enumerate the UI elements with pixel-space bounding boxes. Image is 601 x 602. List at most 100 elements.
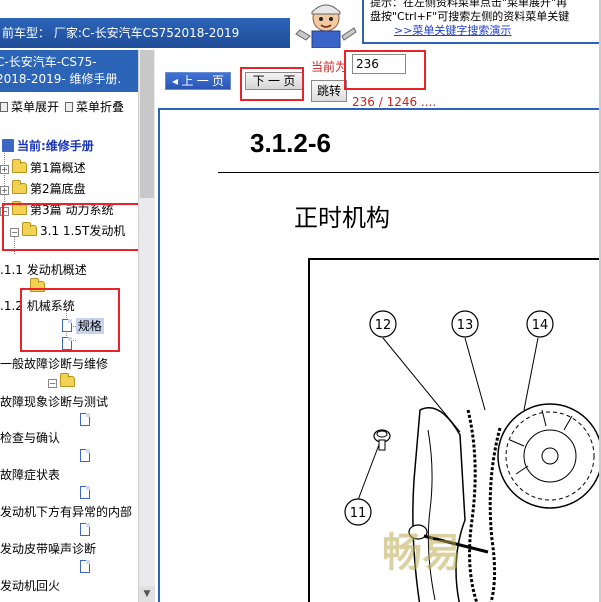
- tree-node-section-3-1-1[interactable]: .1.1 发动机概述: [0, 262, 87, 278]
- sidebar: C-长安汽车-CS75- 2018-2019- 维修手册. 菜单展开 菜单折叠 当…: [0, 50, 156, 602]
- sidebar-title-line1: C-长安汽车-CS75-: [0, 55, 97, 69]
- header: 前车型： 厂家:C-长安汽车CS752018-2019 提示：在左侧资料菜单点击…: [0, 0, 601, 50]
- tree-node-section-3-1-2[interactable]: .1.2 机械系统: [0, 298, 75, 314]
- tree-node-symptom-table[interactable]: 故障症状表: [0, 467, 60, 483]
- prev-page-button[interactable]: ◂ 上 一 页: [165, 72, 231, 90]
- callout-12-label: 12: [375, 318, 392, 333]
- tree-node-check[interactable]: 检查与确认: [0, 430, 60, 446]
- callout-14: 14: [526, 310, 554, 338]
- tree-node-backfire[interactable]: 发动机回火: [0, 578, 60, 594]
- main-content: ◂ 上 一 页 下 一 页 当前为 跳转 236 / 1246 .... 3.1…: [158, 50, 601, 602]
- callout-14-label: 14: [532, 318, 549, 333]
- page-icon: [80, 560, 90, 573]
- tree-leaf[interactable]: [80, 412, 90, 428]
- tree-leaf[interactable]: [80, 522, 90, 538]
- page-icon: [62, 337, 72, 350]
- tree-leaf[interactable]: [80, 448, 90, 464]
- collapse-minus-icon[interactable]: −: [48, 379, 57, 388]
- callout-13-label: 13: [457, 318, 474, 333]
- mechanic-mascot-icon: [295, 4, 357, 48]
- tree-leaf[interactable]: [80, 485, 90, 501]
- manual-book-icon: [2, 139, 14, 152]
- menu-search-demo-link[interactable]: >>菜单关键字搜索演示: [370, 24, 601, 38]
- vehicle-model-label: 前车型： 厂家:C-长安汽车CS752018-2019: [0, 18, 290, 48]
- expand-plus-icon[interactable]: +: [0, 186, 9, 195]
- tree-leaf-spec-label: 规格: [75, 318, 104, 334]
- scroll-down-arrow-icon[interactable]: ▼: [139, 586, 155, 602]
- tree-node-current-label: 当前:维修手册: [17, 139, 94, 153]
- sidebar-title-line2: 2018-2019- 维修手册.: [0, 72, 122, 86]
- collapse-minus-icon[interactable]: −: [10, 228, 19, 237]
- menu-tree: 当前:维修手册 + 第1篇概述 + 第2篇底盘 − 第3篇 动力系统 − 3.1 1.5…: [0, 134, 138, 602]
- sidebar-scrollbar-thumb[interactable]: [140, 50, 154, 198]
- hint-text-line2: 盘按"Ctrl+F"可搜索左侧的资料菜单关键: [370, 10, 570, 23]
- page-toolbar: ◂ 上 一 页 下 一 页 当前为 跳转 236 / 1246 ....: [158, 50, 601, 109]
- section-title: 正时机构: [294, 204, 390, 232]
- expand-icon: [0, 102, 8, 112]
- tree-node-noise-inside-label: 发动机下方有异常的内部: [0, 505, 133, 519]
- tree-node-folder[interactable]: [30, 278, 48, 295]
- page-icon: [80, 523, 90, 536]
- tree-node-section-3-1-1-label: .1.1 发动机概述: [0, 263, 87, 277]
- tree-leaf[interactable]: [80, 559, 90, 575]
- title-rule: [218, 172, 601, 173]
- folder-open-icon: [12, 201, 27, 215]
- folder-icon: [12, 159, 27, 173]
- tree-node-diagnosis-label: 一般故障诊断与维修: [0, 357, 109, 371]
- tree-node-symptom-test-label: 故障现象诊断与测试: [0, 395, 109, 409]
- section-number: 3.1.2-6: [250, 128, 331, 158]
- page-number-input[interactable]: [352, 54, 406, 74]
- tree-node-belt-noise[interactable]: 发动皮带噪声诊断: [0, 541, 96, 557]
- callout-11: 11: [344, 498, 372, 526]
- tree-node-folder[interactable]: −: [48, 373, 78, 390]
- menu-expand-button[interactable]: 菜单展开: [0, 98, 59, 115]
- hint-box: 提示：在左侧资料菜单点击"菜单展开"再 盘按"Ctrl+F"可搜索左侧的资料菜单…: [362, 0, 601, 44]
- tree-node-diagnosis[interactable]: 一般故障诊断与维修: [0, 356, 108, 372]
- hint-text-line1: 提示：在左侧资料菜单点击"菜单展开"再: [370, 0, 568, 9]
- prev-page-label: 上 一 页: [181, 74, 225, 88]
- document-viewer[interactable]: 3.1.2-6 正时机构 12 13 14 11 畅易: [158, 108, 601, 602]
- tree-node-symptom-test[interactable]: 故障现象诊断与测试: [0, 394, 108, 410]
- current-page-label: 当前为: [311, 60, 348, 74]
- jump-button[interactable]: 跳转: [311, 80, 347, 102]
- tree-node-chapter3-label: 第3篇 动力系统: [30, 203, 114, 217]
- callout-11-label: 11: [350, 506, 367, 521]
- folder-open-icon: [22, 222, 37, 236]
- page-icon: [80, 486, 90, 499]
- tree-node-chapter2-label: 第2篇底盘: [30, 182, 86, 196]
- next-page-button[interactable]: 下 一 页: [245, 72, 303, 90]
- page-icon: [80, 413, 90, 426]
- page-icon: [62, 319, 72, 332]
- tree-node-check-label: 检查与确认: [0, 431, 61, 445]
- page-icon: [80, 449, 90, 462]
- tree-node-section-3-1-label: 3.1 1.5T发动机: [40, 224, 126, 238]
- tree-node-current[interactable]: 当前:维修手册: [2, 138, 94, 154]
- callout-13: 13: [451, 310, 479, 338]
- tree-node-belt-noise-label: 发动皮带噪声诊断: [0, 542, 97, 556]
- menu-collapse-button[interactable]: 菜单折叠: [65, 98, 124, 115]
- sidebar-title: C-长安汽车-CS75- 2018-2019- 维修手册.: [0, 50, 138, 92]
- tree-leaf-spec[interactable]: 规格: [62, 318, 104, 334]
- tree-node-chapter1[interactable]: + 第1篇概述: [0, 159, 86, 176]
- folder-icon: [12, 180, 27, 194]
- tree-node-chapter1-label: 第1篇概述: [30, 161, 86, 175]
- tree-node-backfire-label: 发动机回火: [0, 579, 61, 593]
- page-count: 236 / 1246 ....: [352, 95, 437, 109]
- tree-node-symptom-table-label: 故障症状表: [0, 468, 61, 482]
- tree-leaf[interactable]: [62, 336, 72, 352]
- tree-node-section-3-1[interactable]: − 3.1 1.5T发动机: [10, 222, 126, 239]
- tree-node-section-3-1-2-label: .1.2 机械系统: [0, 299, 75, 313]
- sidebar-scrollbar[interactable]: ▼: [138, 50, 155, 602]
- menu-actions: 菜单展开 菜单折叠: [0, 98, 138, 118]
- menu-expand-label: 菜单展开: [11, 100, 60, 114]
- tree-node-chapter3[interactable]: − 第3篇 动力系统: [0, 201, 114, 218]
- callout-12: 12: [369, 310, 397, 338]
- collapse-minus-icon[interactable]: −: [0, 207, 9, 216]
- tree-node-chapter2[interactable]: + 第2篇底盘: [0, 180, 86, 197]
- watermark: 畅易: [382, 530, 462, 576]
- tree-node-noise-inside[interactable]: 发动机下方有异常的内部: [0, 504, 132, 520]
- expand-plus-icon[interactable]: +: [0, 165, 9, 174]
- folder-open-icon: [60, 373, 75, 387]
- folder-icon: [30, 278, 45, 292]
- collapse-icon: [65, 102, 74, 112]
